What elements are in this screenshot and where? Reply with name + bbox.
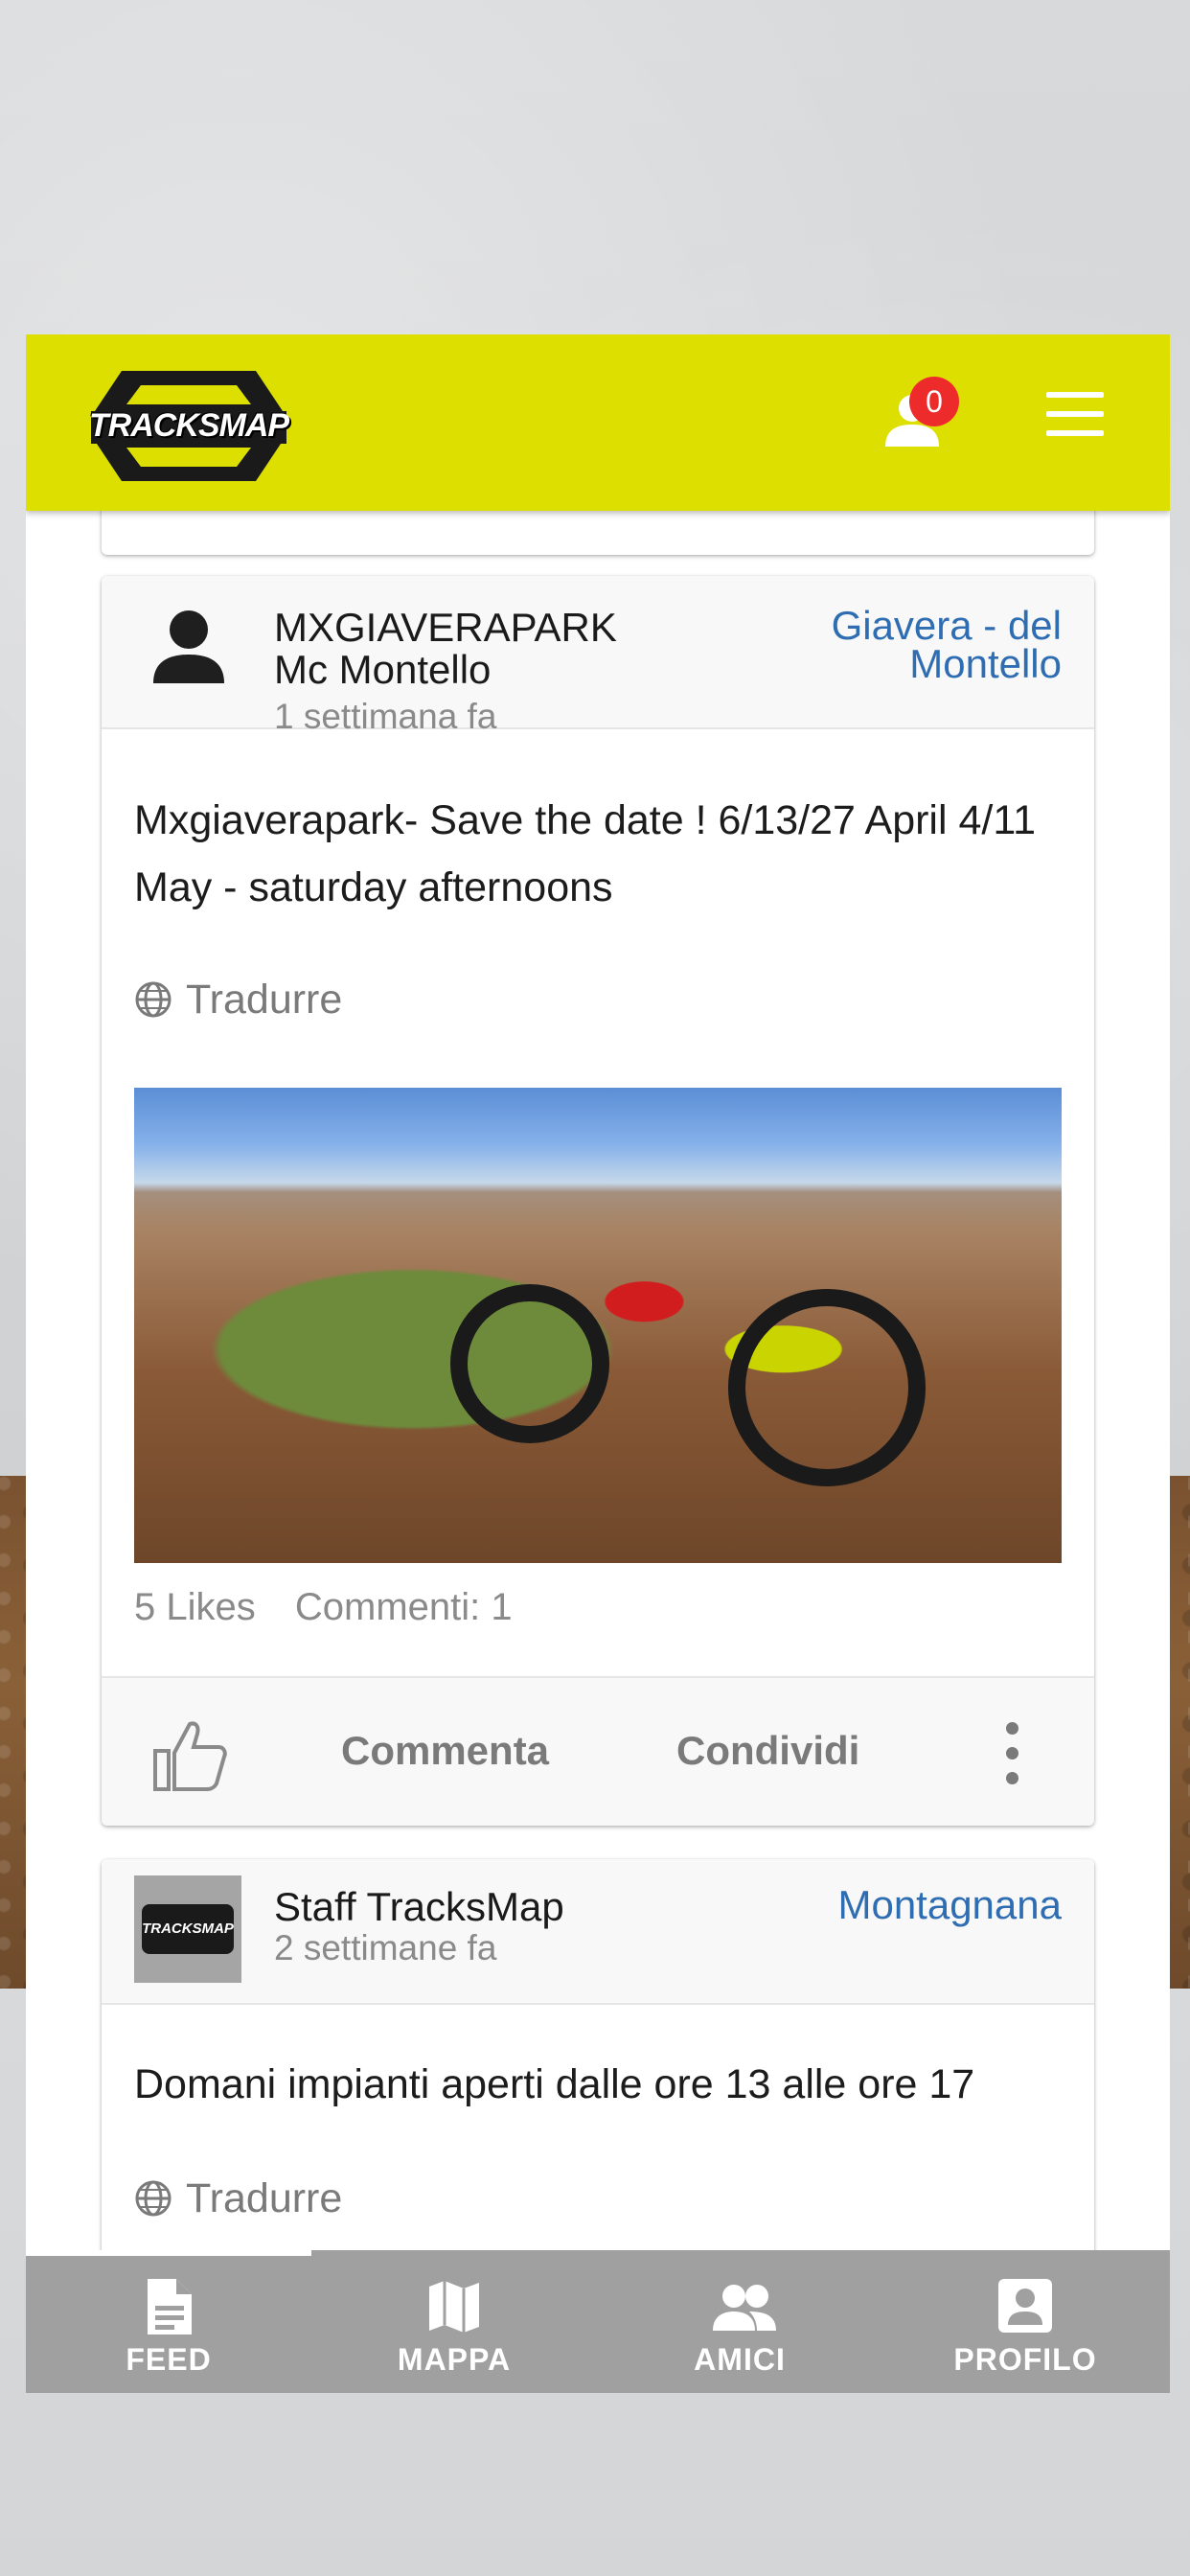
post-time: 1 settimana fa [274,697,497,736]
more-options-icon[interactable] [1002,1722,1021,1789]
bottom-navigation: FEED MAPPA AMICI PROFILO [26,2250,1170,2393]
document-icon [148,2279,192,2334]
share-button[interactable]: Condividi [676,1728,859,1774]
thumbs-up-icon[interactable] [151,1716,228,1793]
translate-button[interactable]: Tradurre [134,2175,342,2222]
user-avatar-icon[interactable] [146,605,232,691]
tracksmap-logo[interactable]: TRACKSMAP [83,361,294,491]
post-photo[interactable] [134,1088,1062,1563]
people-icon [713,2285,776,2331]
post-header: MXGIAVERAPARK Mc Montello 1 settimana fa… [102,576,1094,736]
nav-map[interactable]: MAPPA [311,2250,597,2393]
post-stats: 5 Likes Commenti: 1 [134,1586,541,1629]
post-card: MXGIAVERAPARK Mc Montello 1 settimana fa… [102,576,1094,1826]
staff-avatar[interactable]: TRACKSMAP [134,1875,241,1983]
post-text: Mxgiaverapark- Save the date ! 6/13/27 A… [134,797,1036,910]
comment-button[interactable]: Commenta [341,1728,549,1774]
post-location-link[interactable]: Montagnana [736,1885,1062,1925]
post-author[interactable]: Staff TracksMap [274,1886,676,1928]
post-text: Domani impianti aperti dalle ore 13 alle… [134,2061,975,2107]
app-frame: TRACKSMAP 0 MXGIAVERAPARK Mc Montello 1 … [26,334,1170,2393]
post-location-link[interactable]: Giavera - del Montello [736,606,1062,684]
nav-profile[interactable]: PROFILO [882,2250,1168,2393]
post-author[interactable]: MXGIAVERAPARK Mc Montello [274,607,676,691]
nav-friends[interactable]: AMICI [597,2250,882,2393]
friend-requests-badge: 0 [909,377,959,426]
comments-count[interactable]: Commenti: 1 [295,1586,513,1628]
globe-icon [135,2180,172,2217]
post-time: 2 settimane fa [274,1928,497,1967]
feed-list: MXGIAVERAPARK Mc Montello 1 settimana fa… [26,492,1170,2393]
app-header: TRACKSMAP 0 [26,334,1170,511]
account-box-icon [998,2279,1052,2333]
nav-feed[interactable]: FEED [26,2250,311,2393]
photo-rear-wheel [728,1289,926,1486]
map-icon [429,2281,479,2333]
post-header: TRACKSMAP Staff TracksMap 2 settimane fa… [102,1859,1094,2005]
logo-wordmark: TRACKSMAP [88,407,289,444]
menu-button[interactable] [1041,392,1109,449]
likes-count[interactable]: 5 Likes [134,1586,256,1628]
translate-button[interactable]: Tradurre [134,977,342,1024]
post-actions: Commenta Condividi [102,1676,1094,1826]
photo-front-wheel [450,1284,609,1443]
globe-icon [135,981,172,1018]
avatar-logo: TRACKSMAP [142,1904,234,1954]
